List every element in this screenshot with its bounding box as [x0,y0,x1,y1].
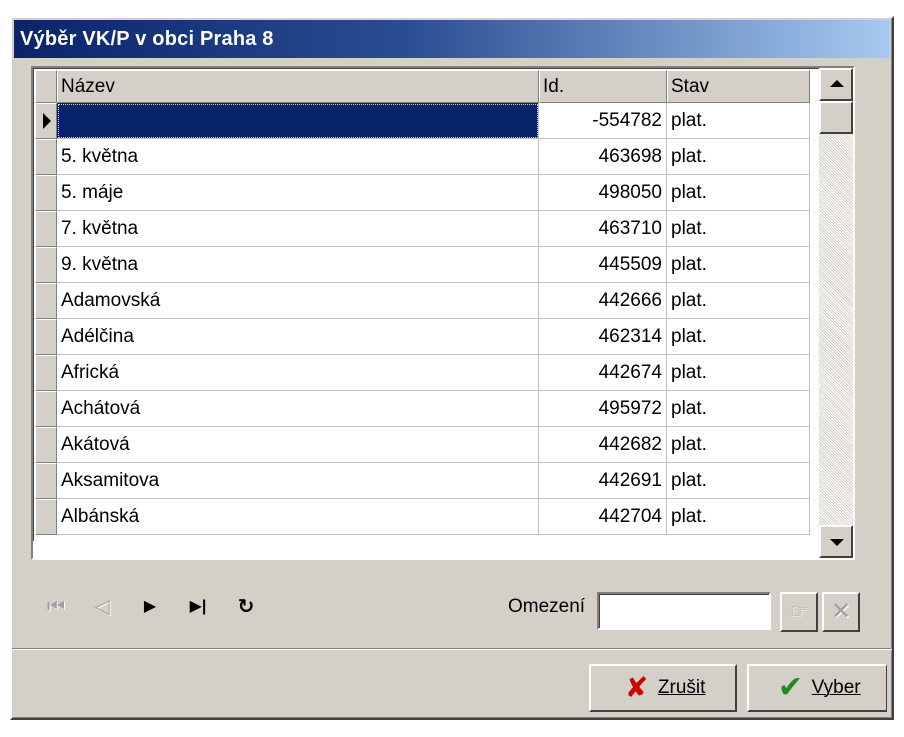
cell-name[interactable]: Africká [57,355,539,391]
cell-id[interactable]: 442691 [539,463,667,499]
table-row[interactable]: 9. května 445509 plat. [35,247,810,283]
triangle-up-icon [830,80,844,87]
cell-status[interactable]: plat. [667,427,810,463]
filter-input[interactable] [597,592,771,630]
cell-id[interactable]: 498050 [539,175,667,211]
indicator-header [35,70,57,103]
grid-empty-area [33,541,853,558]
nav-first-button[interactable]: ⏮ [38,587,74,627]
row-indicator[interactable] [35,391,57,427]
table-row[interactable]: Akátová 442682 plat. [35,427,810,463]
cell-status[interactable]: plat. [667,319,810,355]
table-row[interactable]: -554782 plat. [35,103,810,139]
cell-name[interactable] [57,103,539,139]
column-header-name[interactable]: Název [57,70,539,103]
cell-id[interactable]: -554782 [539,103,667,139]
current-row-arrow-icon [43,113,51,129]
table-row[interactable]: 5. května 463698 plat. [35,139,810,175]
next-icon: ▶ [143,598,157,615]
select-button[interactable]: ✔ Vyber [747,664,887,712]
cell-id[interactable]: 442666 [539,283,667,319]
cell-status[interactable]: plat. [667,139,810,175]
row-indicator[interactable] [35,283,57,319]
row-indicator[interactable] [35,319,57,355]
cell-id[interactable]: 495972 [539,391,667,427]
row-indicator[interactable] [35,139,57,175]
cell-name[interactable]: 7. května [57,211,539,247]
nav-next-button[interactable]: ▶ [132,587,168,627]
column-header-id[interactable]: Id. [539,70,667,103]
scroll-up-button[interactable] [819,68,853,101]
cell-name[interactable]: Adélčina [57,319,539,355]
scroll-thumb[interactable] [819,101,853,134]
table-row[interactable]: 5. máje 498050 plat. [35,175,810,211]
cell-status[interactable]: plat. [667,463,810,499]
table-row[interactable]: Achátová 495972 plat. [35,391,810,427]
cell-status[interactable]: plat. [667,247,810,283]
cell-name[interactable]: Aksamitova [57,463,539,499]
nav-refresh-button[interactable]: ↻ [228,587,264,627]
cell-status[interactable]: plat. [667,283,810,319]
cell-name[interactable]: Akátová [57,427,539,463]
scroll-down-button[interactable] [819,525,853,558]
cancel-button-label: Zrušit [657,677,706,698]
cell-name[interactable]: Albánská [57,499,539,535]
skip-first-icon: ⏮ [47,596,65,618]
footer-separator [12,648,892,650]
cell-status[interactable]: plat. [667,499,810,535]
filter-label: Omezení [508,596,586,617]
cell-status[interactable]: plat. [667,175,810,211]
table-row[interactable]: 7. května 463710 plat. [35,211,810,247]
clear-x-icon: ✕ [830,598,852,625]
hand-pointer-icon: ☞ [790,601,808,623]
nav-last-button[interactable]: ▶| [180,587,216,627]
cell-id[interactable]: 463698 [539,139,667,175]
table-row[interactable]: Adélčina 462314 plat. [35,319,810,355]
cell-id[interactable]: 463710 [539,211,667,247]
table-row[interactable]: Adamovská 442666 plat. [35,283,810,319]
cell-status[interactable]: plat. [667,391,810,427]
cell-id[interactable]: 462314 [539,319,667,355]
cell-id[interactable]: 442704 [539,499,667,535]
cell-status[interactable]: plat. [667,103,810,139]
table-row[interactable]: Aksamitova 442691 plat. [35,463,810,499]
nav-prior-button[interactable]: ◁ [84,587,120,627]
red-x-icon: ✘ [624,672,649,703]
prior-icon: ◁ [94,596,110,618]
clear-filter-button[interactable]: ✕ [822,592,860,632]
row-indicator[interactable] [35,463,57,499]
apply-filter-button[interactable]: ☞ [780,592,818,632]
row-indicator[interactable] [35,247,57,283]
row-indicator[interactable] [35,103,57,139]
cell-name[interactable]: 5. května [57,139,539,175]
row-indicator[interactable] [35,175,57,211]
cell-name[interactable]: Adamovská [57,283,539,319]
cancel-button[interactable]: ✘ Zrušit [589,664,737,712]
window-title: Výběr VK/P v obci Praha 8 [14,20,890,58]
row-indicator[interactable] [35,211,57,247]
skip-last-icon: ▶| [189,598,207,615]
select-button-label: Vyber [811,677,861,698]
column-header-status[interactable]: Stav [667,70,810,103]
vertical-scrollbar[interactable] [819,68,853,558]
row-indicator[interactable] [35,355,57,391]
cell-status[interactable]: plat. [667,355,810,391]
cell-id[interactable]: 442682 [539,427,667,463]
row-indicator[interactable] [35,427,57,463]
cell-name[interactable]: Achátová [57,391,539,427]
table-row[interactable]: Albánská 442704 plat. [35,499,810,535]
refresh-icon: ↻ [237,596,255,618]
grid-rows: -554782 plat. 5. května 463698 plat. 5. máje 4… [35,103,810,535]
cell-status[interactable]: plat. [667,211,810,247]
cell-name[interactable]: 9. května [57,247,539,283]
cell-name[interactable]: 5. máje [57,175,539,211]
street-grid[interactable]: Název Id. Stav -554782 plat. 5. května 4636… [31,66,855,560]
triangle-down-icon [830,539,844,546]
cell-id[interactable]: 442674 [539,355,667,391]
row-indicator[interactable] [35,499,57,535]
cell-id[interactable]: 445509 [539,247,667,283]
green-check-icon: ✔ [777,671,803,704]
table-row[interactable]: Africká 442674 plat. [35,355,810,391]
